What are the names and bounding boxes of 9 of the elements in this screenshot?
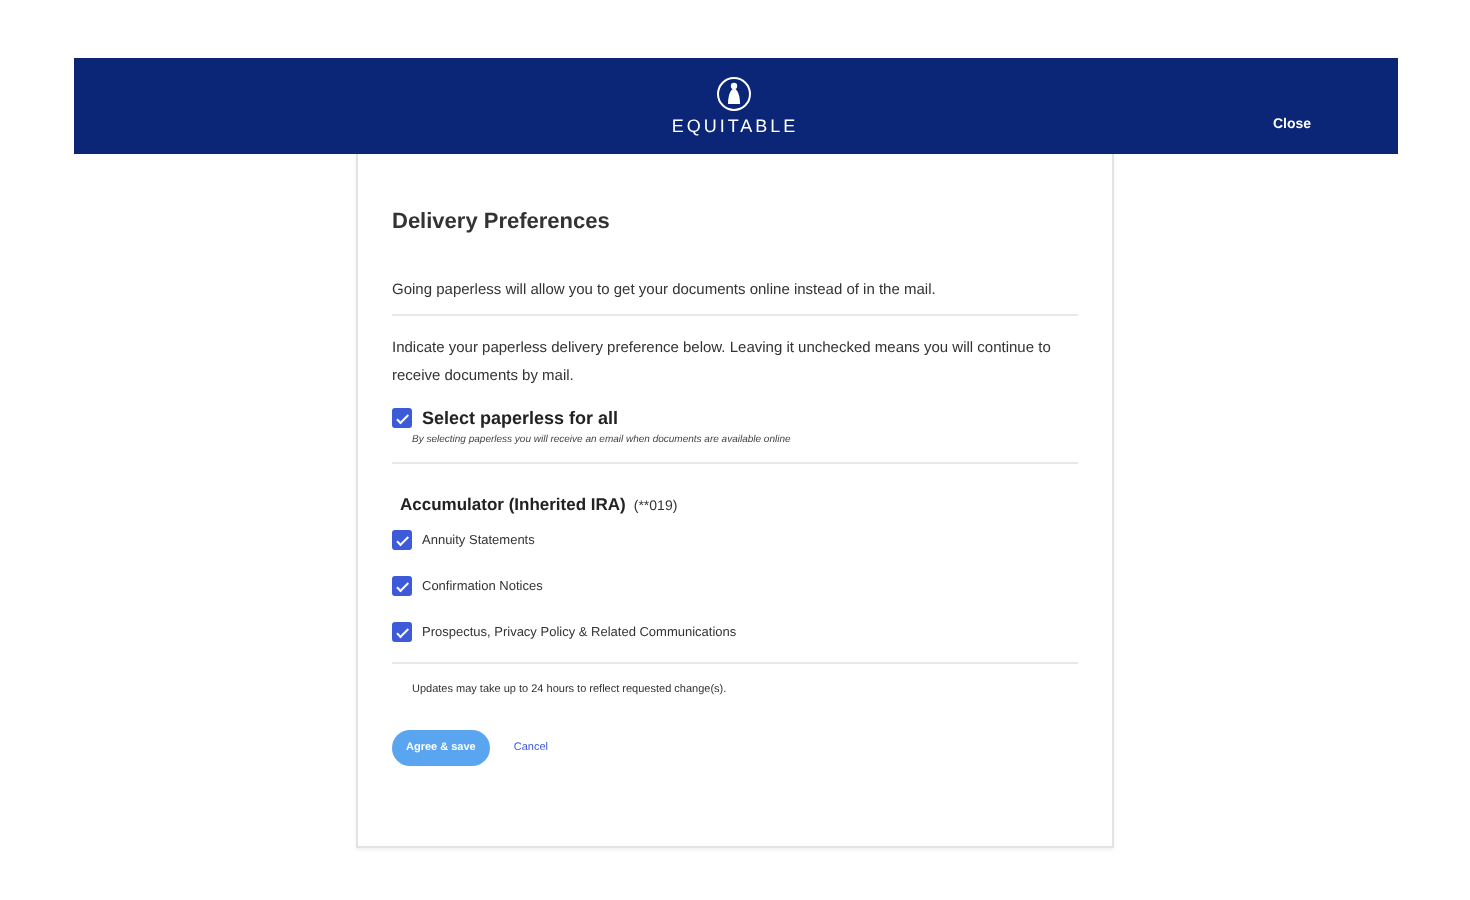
checkbox[interactable] [392, 576, 412, 596]
checkbox[interactable] [392, 408, 412, 428]
logo-icon [716, 76, 753, 112]
checkbox-label: Select paperless for all [422, 408, 619, 428]
account-name: Accumulator (Inherited IRA) [400, 494, 626, 514]
checkbox[interactable] [392, 622, 412, 642]
page-title: Delivery Preferences [392, 210, 612, 234]
brand-name: EQUITABLE [671, 116, 799, 136]
checkbox[interactable] [392, 530, 412, 550]
